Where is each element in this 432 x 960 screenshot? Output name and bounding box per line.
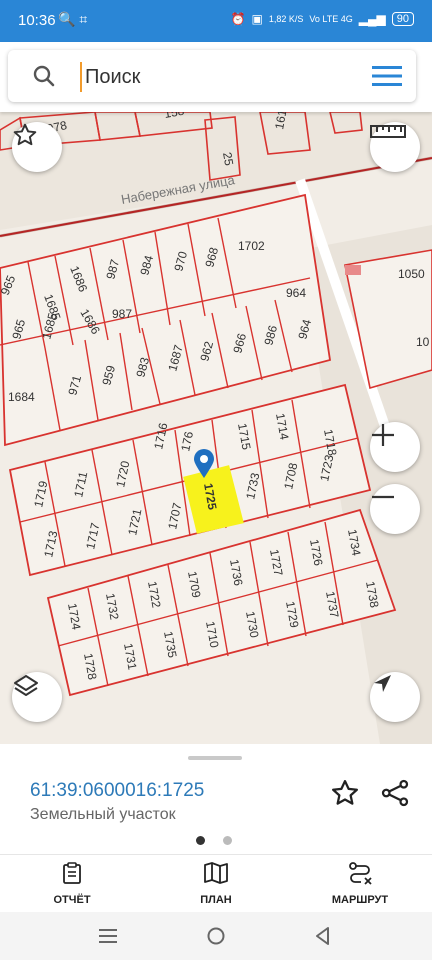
route-icon xyxy=(349,862,372,885)
status-left-icons: 🔍 ⌗ xyxy=(58,11,88,27)
route-label: МАРШРУТ xyxy=(331,894,389,906)
sheet-handle[interactable] xyxy=(188,756,242,760)
network-type: Vo LTE 4G xyxy=(309,14,353,24)
svg-text:1702: 1702 xyxy=(238,239,265,253)
plan-label: ПЛАН xyxy=(200,894,232,906)
clipboard-icon xyxy=(63,862,81,884)
status-bar: 10:36 🔍 ⌗ ⏰ ▣ 1,82 K/S Vo LTE 4G ▂▄▆ 90 xyxy=(0,0,432,42)
share-icon[interactable] xyxy=(380,778,410,808)
zoom-out-button[interactable] xyxy=(370,484,420,534)
search-box xyxy=(8,50,416,102)
page-dot-active xyxy=(196,836,205,845)
status-time: 10:36 xyxy=(18,12,56,29)
report-label: ОТЧЁТ xyxy=(53,894,91,906)
page-indicator xyxy=(196,836,232,845)
zoom-in-button[interactable] xyxy=(370,422,420,472)
plan-tab[interactable]: ПЛАН xyxy=(161,861,271,906)
page-dot xyxy=(223,836,232,845)
route-tab[interactable]: МАРШРУТ xyxy=(305,861,415,906)
menu-icon[interactable] xyxy=(372,64,402,88)
cadastral-number[interactable]: 61:39:0600016:1725 xyxy=(30,780,204,802)
svg-text:25: 25 xyxy=(220,151,236,167)
svg-text:10: 10 xyxy=(416,335,430,349)
net-speed: 1,82 K/S xyxy=(268,14,304,24)
svg-text:987: 987 xyxy=(112,307,132,321)
ruler-icon xyxy=(370,125,406,138)
cadastral-map[interactable]: Набережная улица 978 158 25 161 1702 105… xyxy=(0,112,432,744)
map-canvas[interactable]: Набережная улица 978 158 25 161 1702 105… xyxy=(0,112,432,744)
nfc-icon: ▣ xyxy=(251,12,263,26)
layers-icon xyxy=(14,675,38,696)
back-icon[interactable] xyxy=(314,926,332,946)
status-right-icons: ⏰ ▣ 1,82 K/S Vo LTE 4G ▂▄▆ 90 xyxy=(231,12,414,26)
bottom-toolbar: ОТЧЁТ ПЛАН МАРШРУТ xyxy=(0,854,432,913)
ruler-button[interactable] xyxy=(370,122,420,172)
map-icon xyxy=(204,862,228,884)
svg-text:1050: 1050 xyxy=(398,267,425,281)
parcel-info-sheet[interactable]: 61:39:0600016:1725 Земельный участок xyxy=(0,744,432,854)
my-location-button[interactable] xyxy=(370,672,420,722)
recent-apps-icon[interactable] xyxy=(98,928,118,944)
favorites-button[interactable] xyxy=(12,122,62,172)
plus-icon xyxy=(372,424,394,446)
search-icon[interactable] xyxy=(32,64,56,88)
favorite-star-icon[interactable] xyxy=(330,778,360,808)
battery-indicator: 90 xyxy=(391,12,414,26)
navigation-arrow-icon xyxy=(374,675,391,692)
home-icon[interactable] xyxy=(206,926,226,946)
star-outline-icon xyxy=(13,123,37,146)
report-tab[interactable]: ОТЧЁТ xyxy=(17,861,127,906)
search-input[interactable] xyxy=(80,62,357,92)
svg-text:964: 964 xyxy=(286,286,306,300)
system-nav-bar xyxy=(0,912,432,960)
svg-text:1684: 1684 xyxy=(8,390,35,404)
layers-button[interactable] xyxy=(12,672,62,722)
property-type: Земельный участок xyxy=(30,806,176,823)
minus-icon xyxy=(372,495,394,499)
signal-icon: ▂▄▆ xyxy=(358,12,386,26)
alarm-icon: ⏰ xyxy=(230,12,246,26)
search-bar xyxy=(0,42,432,112)
